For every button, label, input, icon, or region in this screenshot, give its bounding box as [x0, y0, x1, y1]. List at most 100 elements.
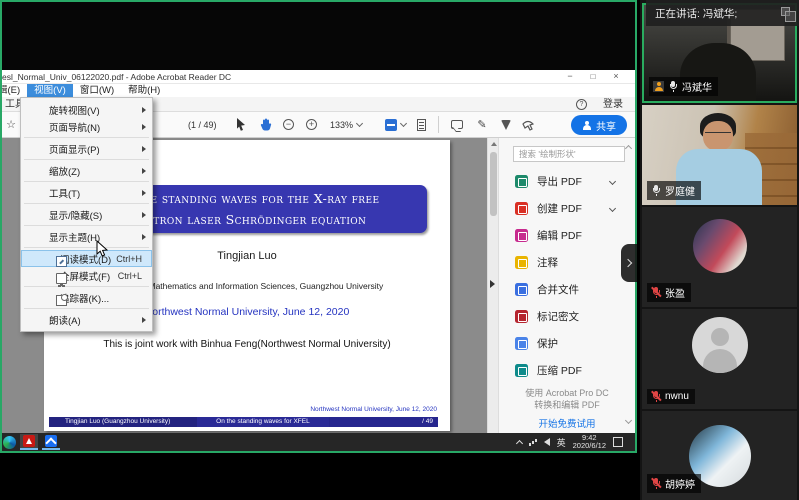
- menu-view[interactable]: 视图(V): [27, 84, 73, 97]
- menu-window[interactable]: 窗口(W): [73, 84, 121, 97]
- participant-name: 张盈: [665, 285, 685, 300]
- menu-item-tracker[interactable]: 追踪器(K)...: [21, 289, 152, 306]
- menu-item-show-hide[interactable]: 显示/隐藏(S): [21, 206, 152, 223]
- submenu-arrow-icon: [142, 317, 146, 323]
- submenu-arrow-icon: [142, 168, 146, 174]
- hidden-icons-chevron-icon[interactable]: [516, 439, 523, 446]
- slide-footer-center: On the standing waves for XFEL: [197, 417, 329, 427]
- sidebar-toggle-handle[interactable]: [621, 244, 637, 282]
- menu-item-tools[interactable]: 工具(T): [21, 184, 152, 201]
- ime-indicator[interactable]: 英: [557, 436, 566, 449]
- host-icon: [653, 81, 664, 92]
- participant-name-tag: 胡婷婷: [647, 474, 701, 493]
- protect-shield-icon: [515, 337, 528, 350]
- comment-icon[interactable]: [448, 112, 466, 137]
- volume-icon[interactable]: [544, 438, 550, 446]
- menu-item-page-display[interactable]: 页面显示(P): [21, 140, 152, 157]
- submenu-arrow-icon: [142, 124, 146, 130]
- participant-tile[interactable]: nwnu: [642, 309, 797, 409]
- tool-edit-pdf[interactable]: 编辑 PDF: [499, 222, 635, 249]
- hand-tool-icon[interactable]: [257, 112, 275, 137]
- participant-name: nwnu: [665, 391, 689, 402]
- tool-protect[interactable]: 保护: [499, 330, 635, 357]
- submenu-arrow-icon: [142, 212, 146, 218]
- participant-tile[interactable]: 张盈: [642, 207, 797, 307]
- free-trial-link[interactable]: 开始免费试用: [499, 416, 635, 430]
- slide-footer-left: Tingjian Luo (Guangzhou University): [49, 417, 197, 427]
- tool-create-pdf[interactable]: 创建 PDF: [499, 195, 635, 222]
- meeting-window: esl_Normal_Univ_06122020.pdf - Adobe Acr…: [0, 0, 799, 500]
- participant-tile[interactable]: 胡婷婷: [642, 411, 797, 500]
- panel-scroll-up-icon[interactable]: [625, 145, 632, 152]
- mic-on-icon: [651, 185, 661, 196]
- minimize-button[interactable]: −: [560, 70, 580, 84]
- chevron-down-icon[interactable]: [609, 205, 616, 212]
- participant-name: 胡婷婷: [665, 476, 695, 491]
- pencil-icon[interactable]: ✎: [474, 112, 490, 137]
- page-scrolling-icon[interactable]: [414, 112, 428, 137]
- tool-comment[interactable]: 注释: [499, 249, 635, 276]
- menu-item-zoom[interactable]: 缩放(Z): [21, 162, 152, 179]
- zoom-out-icon[interactable]: −: [283, 112, 294, 137]
- favorite-star-icon[interactable]: ☆: [3, 112, 19, 137]
- taskbar-clock[interactable]: 9:42 2020/6/12: [573, 434, 606, 450]
- taskbar-acrobat-icon[interactable]: [20, 434, 38, 450]
- participants-sidebar: 冯斌华 罗庭健 张盈 nwnu: [640, 0, 799, 500]
- tool-compress-pdf[interactable]: 压缩 PDF: [499, 357, 635, 384]
- create-pdf-icon: [515, 202, 528, 215]
- tool-combine-files[interactable]: 合并文件: [499, 276, 635, 303]
- slide-joint-work: This is joint work with Binhua Feng(Nort…: [44, 339, 450, 350]
- select-tool-icon[interactable]: [232, 112, 250, 137]
- menu-item-display-theme[interactable]: 显示主题(H): [21, 228, 152, 245]
- system-tray: 英 9:42 2020/6/12: [517, 433, 623, 451]
- action-center-icon[interactable]: [613, 437, 623, 447]
- full-screen-icon: [56, 273, 67, 284]
- panel-collapse-arrow-icon[interactable]: [490, 280, 495, 288]
- tool-redact[interactable]: 标记密文: [499, 303, 635, 330]
- fill-sign-icon[interactable]: [498, 112, 514, 137]
- mic-muted-icon: [651, 478, 661, 489]
- chevron-down-icon[interactable]: [609, 178, 616, 185]
- network-icon[interactable]: [529, 439, 537, 446]
- maximize-button[interactable]: □: [583, 70, 603, 84]
- share-button[interactable]: 共享: [571, 115, 627, 135]
- menu-separator: [24, 225, 149, 226]
- menu-item-full-screen[interactable]: 全屏模式(F) Ctrl+L: [21, 267, 152, 284]
- menu-separator: [24, 286, 149, 287]
- menu-item-read-mode[interactable]: 阅读模式(D) Ctrl+H: [21, 250, 152, 267]
- menu-item-read-out-loud[interactable]: 朗读(A): [21, 311, 152, 328]
- taskbar-meeting-icon[interactable]: [42, 434, 60, 450]
- submenu-arrow-icon: [142, 190, 146, 196]
- submenu-arrow-icon: [142, 146, 146, 152]
- mouse-cursor: [96, 240, 109, 263]
- menu-edit-partial[interactable]: 辑(E): [0, 84, 27, 97]
- fit-page-icon[interactable]: [384, 112, 406, 137]
- read-mode-icon: [56, 256, 67, 267]
- layout-switch-icon[interactable]: [781, 7, 790, 16]
- help-icon[interactable]: ?: [576, 99, 587, 110]
- close-button[interactable]: ×: [606, 70, 626, 84]
- zoom-in-icon[interactable]: +: [306, 112, 317, 137]
- tools-search-input[interactable]: [513, 146, 625, 162]
- sign-in-button[interactable]: 登录: [603, 97, 623, 112]
- menu-item-rotate-view[interactable]: 旋转视图(V): [21, 101, 152, 118]
- scroll-up-icon[interactable]: [491, 142, 497, 146]
- view-dropdown-menu: 旋转视图(V) 页面导航(N) 页面显示(P) 缩放(Z) 工具(T) 显示/隐…: [20, 97, 153, 332]
- zoom-level-dropdown[interactable]: 133%: [330, 112, 362, 137]
- submenu-arrow-icon: [142, 107, 146, 113]
- participant-name-tag: 罗庭健: [647, 181, 701, 200]
- scrollbar-thumb[interactable]: [490, 152, 497, 216]
- edge-browser-icon[interactable]: [0, 434, 18, 450]
- participant-name: 罗庭健: [665, 183, 695, 198]
- tracker-icon: [56, 295, 67, 306]
- send-for-review-icon[interactable]: [520, 112, 536, 137]
- tools-panel: 导出 PDF 创建 PDF 编辑 PDF 注释: [498, 138, 635, 433]
- menu-separator: [24, 247, 149, 248]
- menu-separator: [24, 137, 149, 138]
- menu-item-page-navigation[interactable]: 页面导航(N): [21, 118, 152, 135]
- tool-export-pdf[interactable]: 导出 PDF: [499, 168, 635, 195]
- participant-tile[interactable]: 罗庭健: [642, 105, 797, 205]
- person-icon: [582, 121, 591, 130]
- acrobat-pro-promo: 使用 Acrobat Pro DC 转换和编辑 PDF: [499, 387, 635, 411]
- menu-help[interactable]: 帮助(H): [121, 84, 167, 97]
